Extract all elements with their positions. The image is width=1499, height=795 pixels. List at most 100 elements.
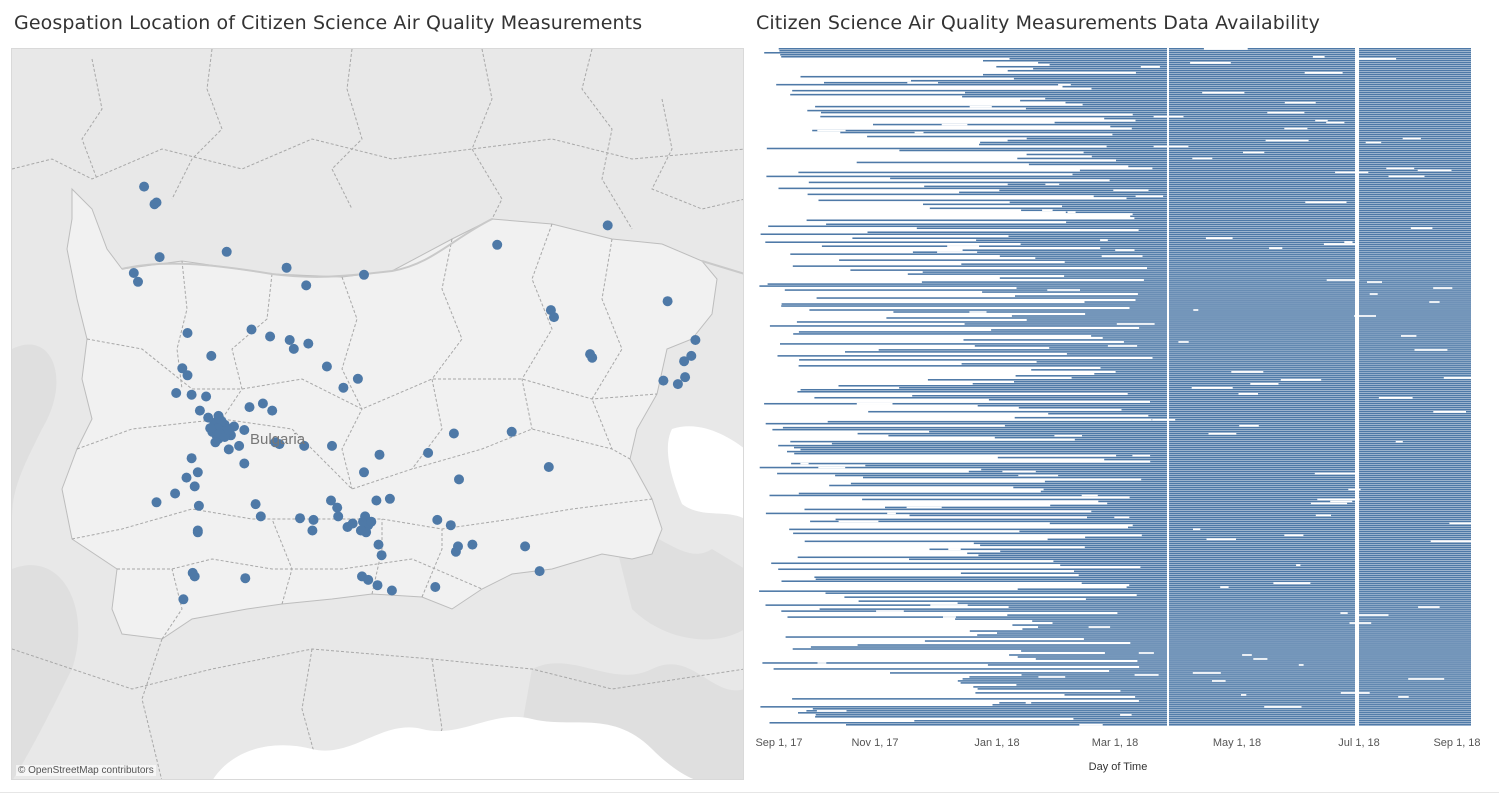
sensor-availability-row[interactable] xyxy=(929,207,1471,210)
sensor-availability-row[interactable] xyxy=(899,149,1471,152)
sensor-availability-row[interactable] xyxy=(850,482,1471,485)
sensor-availability-row[interactable] xyxy=(1087,516,1471,519)
sensor-availability-row[interactable] xyxy=(1135,696,1471,698)
measurement-point[interactable] xyxy=(201,391,212,402)
measurement-point[interactable] xyxy=(223,425,234,435)
sensor-availability-row[interactable] xyxy=(798,712,1471,714)
measurement-point[interactable] xyxy=(338,382,349,393)
measurement-point[interactable] xyxy=(267,405,278,416)
sensor-availability-row[interactable] xyxy=(1031,369,1471,371)
sensor-availability-row[interactable] xyxy=(819,608,1471,610)
sensor-availability-row[interactable] xyxy=(980,141,1471,144)
sensor-availability-row[interactable] xyxy=(806,710,1471,712)
measurement-point[interactable] xyxy=(284,335,295,345)
sensor-availability-row[interactable] xyxy=(914,720,1471,722)
sensor-availability-row[interactable] xyxy=(769,325,1471,327)
sensor-availability-row[interactable] xyxy=(799,359,1471,361)
sensor-availability-row[interactable] xyxy=(809,309,1471,311)
sensor-availability-row[interactable] xyxy=(797,390,1471,393)
sensor-availability-row[interactable] xyxy=(821,245,1471,247)
sensor-availability-row[interactable] xyxy=(771,562,1471,565)
sensor-availability-row[interactable] xyxy=(972,383,1471,385)
sensor-availability-row[interactable] xyxy=(867,135,1471,138)
sensor-availability-row[interactable] xyxy=(862,498,1471,501)
measurement-point[interactable] xyxy=(239,425,250,435)
sensor-availability-row[interactable] xyxy=(960,682,1471,684)
sensor-availability-row[interactable] xyxy=(1098,500,1471,503)
sensor-availability-row[interactable] xyxy=(997,456,1471,459)
sensor-availability-row[interactable] xyxy=(1009,57,1472,60)
sensor-availability-row[interactable] xyxy=(999,255,1471,257)
sensor-availability-row[interactable] xyxy=(1079,169,1471,172)
sensor-availability-row[interactable] xyxy=(1054,121,1471,124)
sensor-availability-row[interactable] xyxy=(1152,357,1472,359)
measurement-point[interactable] xyxy=(189,571,200,582)
sensor-availability-row[interactable] xyxy=(1017,157,1471,160)
sensor-availability-row[interactable] xyxy=(885,506,1471,509)
sensor-availability-row[interactable] xyxy=(916,227,1471,230)
measurement-point[interactable] xyxy=(303,338,314,349)
sensor-availability-row[interactable] xyxy=(1073,718,1471,720)
sensor-availability-row[interactable] xyxy=(1017,588,1471,590)
measurement-point[interactable] xyxy=(192,527,203,538)
sensor-availability-row[interactable] xyxy=(1044,480,1471,483)
sensor-availability-row[interactable] xyxy=(1085,598,1471,600)
measurement-point[interactable] xyxy=(602,220,613,231)
sensor-availability-row[interactable] xyxy=(1148,414,1471,417)
sensor-availability-row[interactable] xyxy=(760,233,1471,236)
measurement-point[interactable] xyxy=(448,428,459,439)
sensor-availability-row[interactable] xyxy=(979,143,1471,146)
sensor-availability-row[interactable] xyxy=(890,672,1471,674)
sensor-availability-row[interactable] xyxy=(1074,438,1471,441)
map-view[interactable] xyxy=(12,49,744,780)
measurement-point[interactable] xyxy=(308,514,319,525)
measurement-point[interactable] xyxy=(257,398,268,409)
sensor-availability-row[interactable] xyxy=(821,111,1471,114)
sensor-availability-row[interactable] xyxy=(1117,612,1471,614)
sensor-availability-row[interactable] xyxy=(1139,666,1471,668)
sensor-availability-row[interactable] xyxy=(850,269,1471,271)
measurement-point[interactable] xyxy=(223,444,234,455)
sensor-availability-row[interactable] xyxy=(1065,101,1472,104)
sensor-availability-row[interactable] xyxy=(765,512,1471,515)
measurement-point[interactable] xyxy=(281,262,292,273)
measurement-point[interactable] xyxy=(205,423,216,434)
sensor-availability-row[interactable] xyxy=(769,494,1472,497)
sensor-availability-row[interactable] xyxy=(969,630,1471,632)
sensor-availability-row[interactable] xyxy=(792,89,1471,92)
sensor-availability-row[interactable] xyxy=(1140,566,1471,569)
sensor-availability-row[interactable] xyxy=(773,668,1471,670)
sensor-availability-row[interactable] xyxy=(1143,279,1471,281)
sensor-availability-row[interactable] xyxy=(1050,504,1471,507)
sensor-availability-row[interactable] xyxy=(960,572,1471,575)
measurement-point[interactable] xyxy=(359,269,369,280)
sensor-availability-row[interactable] xyxy=(1126,586,1471,588)
sensor-availability-row[interactable] xyxy=(778,187,1472,190)
sensor-availability-row[interactable] xyxy=(781,55,1471,58)
sensor-availability-row[interactable] xyxy=(964,323,1471,325)
availability-panel[interactable]: Sep 1, 17 Nov 1, 17 Jan 1, 18 Mar 1, 18 May … xyxy=(753,40,1483,785)
sensor-availability-row[interactable] xyxy=(1026,153,1471,156)
sensor-availability-row[interactable] xyxy=(912,251,1471,253)
sensor-availability-row[interactable] xyxy=(772,428,1471,431)
measurement-point[interactable] xyxy=(295,513,305,524)
sensor-availability-row[interactable] xyxy=(1066,353,1471,355)
sensor-availability-row[interactable] xyxy=(974,345,1471,347)
measurement-point[interactable] xyxy=(246,324,257,335)
measurement-point[interactable] xyxy=(128,268,139,278)
sensor-availability-row[interactable] xyxy=(1083,151,1471,154)
sensor-availability-row[interactable] xyxy=(781,303,1471,305)
sensor-availability-row[interactable] xyxy=(1007,139,1471,142)
sensor-availability-row[interactable] xyxy=(1136,594,1471,596)
measurement-point[interactable] xyxy=(690,335,701,345)
sensor-availability-row[interactable] xyxy=(1064,694,1472,696)
sensor-availability-row[interactable] xyxy=(1013,77,1471,80)
sensor-availability-row[interactable] xyxy=(929,548,1472,551)
sensor-availability-row[interactable] xyxy=(878,349,1471,351)
measurement-point[interactable] xyxy=(467,539,478,550)
measurement-point[interactable] xyxy=(445,520,456,531)
sensor-availability-row[interactable] xyxy=(1135,299,1472,301)
sensor-availability-row[interactable] xyxy=(963,339,1472,341)
sensor-availability-row[interactable] xyxy=(765,241,1471,243)
sensor-availability-row[interactable] xyxy=(1009,654,1471,656)
